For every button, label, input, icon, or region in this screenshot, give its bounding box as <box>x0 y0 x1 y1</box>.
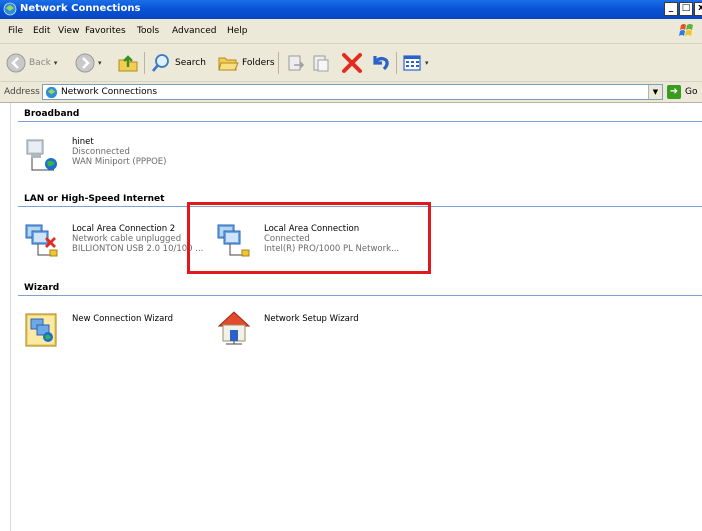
forward-arrow-icon <box>75 53 95 73</box>
pane-divider <box>10 103 11 531</box>
connection-status: Network cable unplugged <box>72 234 182 244</box>
close-button[interactable]: x <box>694 2 702 16</box>
network-connections-icon <box>3 2 17 16</box>
go-button[interactable]: ➜ Go <box>667 85 697 99</box>
undo-icon <box>373 56 389 71</box>
move-to-icon <box>288 55 305 71</box>
chevron-down-icon: ▾ <box>53 59 58 67</box>
chevron-down-icon: ▾ <box>98 59 102 67</box>
search-icon <box>152 54 169 72</box>
connection-device: WAN Miniport (PPPOE) <box>72 157 167 167</box>
views-icon <box>403 55 421 71</box>
title-bar: Network Connections _ □ x <box>0 0 702 19</box>
group-header-lan: LAN or High-Speed Internet <box>24 194 165 204</box>
content-pane: Broadband hinet Disconnected WAN Minipor… <box>0 103 702 531</box>
network-setup-wizard-icon <box>217 311 251 345</box>
up-folder-icon <box>118 55 138 72</box>
toolbar-separator <box>278 52 279 74</box>
menu-file[interactable]: File <box>8 26 23 36</box>
group-header-wizard: Wizard <box>24 283 60 293</box>
search-button[interactable]: Search <box>150 50 206 76</box>
delete-icon <box>342 53 362 73</box>
group-divider <box>18 295 702 296</box>
menu-advanced[interactable]: Advanced <box>172 26 216 36</box>
group-divider <box>18 121 702 122</box>
wizard-name: New Connection Wizard <box>72 314 174 324</box>
move-to-button[interactable] <box>286 50 306 76</box>
menu-tools[interactable]: Tools <box>137 26 159 36</box>
windows-logo-icon <box>679 24 693 36</box>
connection-name: hinet <box>72 137 94 147</box>
views-button[interactable]: ▾ <box>402 50 429 76</box>
connection-device: BILLIONTON USB 2.0 10/100 ... <box>72 244 204 254</box>
copy-to-button[interactable] <box>311 50 331 76</box>
go-arrow-icon: ➜ <box>667 85 681 99</box>
chevron-down-icon: ▾ <box>425 59 429 67</box>
forward-button[interactable]: ▾ <box>75 50 102 76</box>
window-title: Network Connections <box>20 3 141 14</box>
broadband-connection-icon <box>26 139 57 171</box>
connection-name: Local Area Connection 2 <box>72 224 176 234</box>
address-input[interactable]: Network Connections ▼ <box>42 84 663 100</box>
up-folder-button[interactable] <box>117 50 139 76</box>
delete-button[interactable] <box>341 50 363 76</box>
menu-view[interactable]: View <box>58 26 79 36</box>
back-button[interactable]: Back ▾ <box>6 50 57 76</box>
folders-icon <box>218 57 239 71</box>
menu-edit[interactable]: Edit <box>33 26 50 36</box>
undo-button[interactable] <box>369 50 391 76</box>
menu-bar: File Edit View Favorites Tools Advanced … <box>0 19 702 44</box>
highlight-annotation <box>187 202 431 274</box>
toolbar-separator <box>396 52 397 74</box>
toolbar: Back ▾ ▾ Search Folders ▾ <box>0 44 702 82</box>
address-bar: Address Network Connections ▼ ➜ Go <box>0 82 702 103</box>
address-label: Address <box>4 87 40 97</box>
back-arrow-icon <box>6 53 26 73</box>
menu-favorites[interactable]: Favorites <box>85 26 126 36</box>
address-value: Network Connections <box>61 87 158 97</box>
connection-status: Disconnected <box>72 147 130 157</box>
lan-connection-icon <box>25 224 58 257</box>
network-connections-icon <box>45 86 58 99</box>
menu-help[interactable]: Help <box>227 26 248 36</box>
folders-button[interactable]: Folders <box>217 50 275 76</box>
group-header-broadband: Broadband <box>24 109 80 119</box>
minimize-button[interactable]: _ <box>664 2 678 16</box>
new-connection-wizard-icon <box>25 313 57 347</box>
toolbar-separator <box>144 52 145 74</box>
address-dropdown-button[interactable]: ▼ <box>648 85 662 99</box>
maximize-button[interactable]: □ <box>679 2 693 16</box>
wizard-name: Network Setup Wizard <box>264 314 359 324</box>
copy-to-icon <box>313 55 329 72</box>
